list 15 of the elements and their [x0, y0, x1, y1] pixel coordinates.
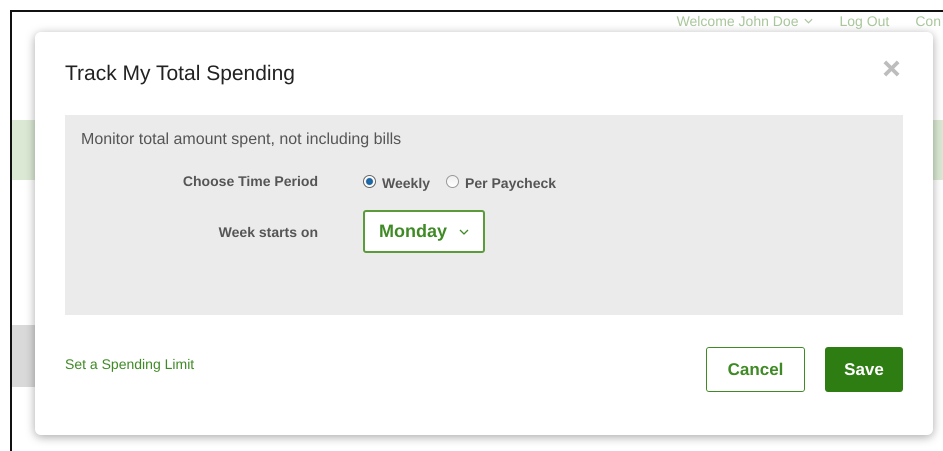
- radio-button[interactable]: [363, 174, 376, 188]
- spending-limit-link[interactable]: Set a Spending Limit: [65, 356, 194, 372]
- close-icon[interactable]: [882, 59, 901, 78]
- dialog-title: Track My Total Spending: [65, 62, 295, 86]
- chevron-icon: [804, 18, 814, 24]
- cancel-button[interactable]: Cancel: [706, 347, 805, 392]
- radio-label[interactable]: Per Paycheck: [465, 175, 556, 191]
- save-button[interactable]: Save: [825, 347, 903, 392]
- description: Monitor total amount spent, not including bills: [81, 131, 402, 149]
- chevron-icon: [459, 228, 470, 234]
- field-label: Choose Time Period: [182, 173, 318, 189]
- dropdown[interactable]: Monday: [363, 210, 486, 253]
- field-label: Week starts on: [218, 224, 318, 240]
- radio-label[interactable]: Weekly: [382, 175, 430, 191]
- radio-button[interactable]: [446, 174, 459, 188]
